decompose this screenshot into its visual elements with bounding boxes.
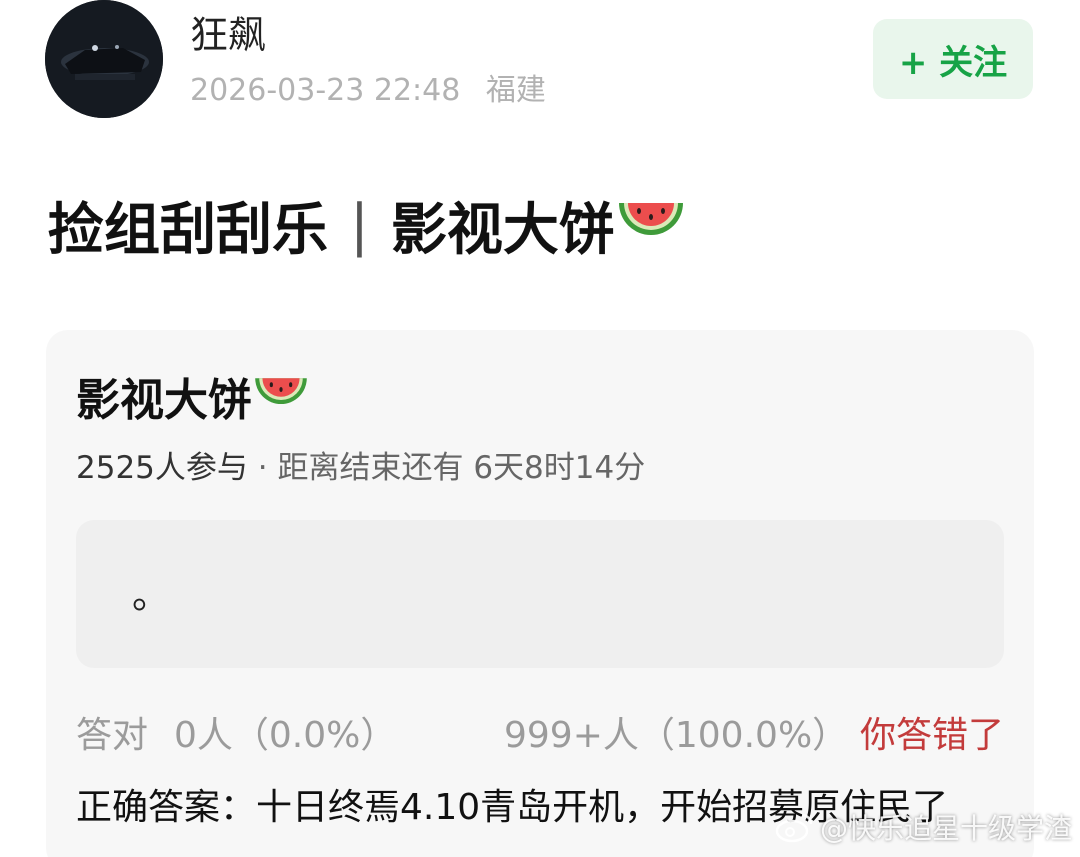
quiz-card-title: 影视大饼 [76, 366, 310, 426]
follow-button[interactable]: + 关注 [873, 19, 1033, 99]
participant-count: 2525人参与 [76, 450, 248, 486]
post-title: 捡组刮刮乐 | 影视大饼 [48, 190, 687, 263]
answer-option-text: 。 [132, 573, 171, 617]
post-location: 福建 [485, 73, 546, 108]
watermelon-icon [255, 378, 307, 405]
answer-option[interactable]: 。 [76, 520, 1004, 668]
watermelon-icon [618, 203, 683, 235]
author-name[interactable]: 狂飙 [190, 12, 266, 58]
post-title-part2: 影视大饼 [390, 197, 615, 263]
meta-dot: · [257, 450, 268, 486]
watermark-text: @快乐追星十级学渣 [819, 812, 1072, 845]
post-meta: 2026-03-23 22:48 福建 [190, 72, 546, 110]
quiz-meta: 2525人参与 · 距离结束还有 6天8时14分 [76, 448, 645, 488]
wrong-count: 999+人（100.0%） [504, 715, 849, 756]
weibo-post-screen: 狂飙 2026-03-23 22:48 福建 + 关注 捡组刮刮乐 | 影视大饼… [0, 0, 1080, 857]
avatar[interactable] [45, 0, 163, 118]
watermark: @快乐追星十级学渣 [774, 807, 1072, 847]
post-title-part1: 捡组刮刮乐 [48, 197, 328, 263]
quiz-title-text: 影视大饼 [76, 375, 252, 426]
follow-button-label: + 关注 [898, 42, 1008, 83]
correct-count: 0人（0.0%） [174, 715, 397, 756]
post-title-separator: | [350, 192, 369, 258]
quiz-card[interactable]: 影视大饼 2525人参与 · 距离结束还有 6天8时14分 。 答对 0人（0.… [46, 330, 1034, 857]
correct-label: 答对 [76, 715, 149, 756]
avatar-image [45, 0, 163, 118]
quiz-results: 答对 0人（0.0%） 999+人（100.0%） 你答错了 [76, 714, 1004, 758]
weibo-logo-icon [775, 813, 813, 843]
countdown-text: 距离结束还有 6天8时14分 [277, 450, 646, 486]
wrong-answer-note: 你答错了 [859, 715, 1004, 756]
post-timestamp: 2026-03-23 22:48 [190, 73, 461, 108]
